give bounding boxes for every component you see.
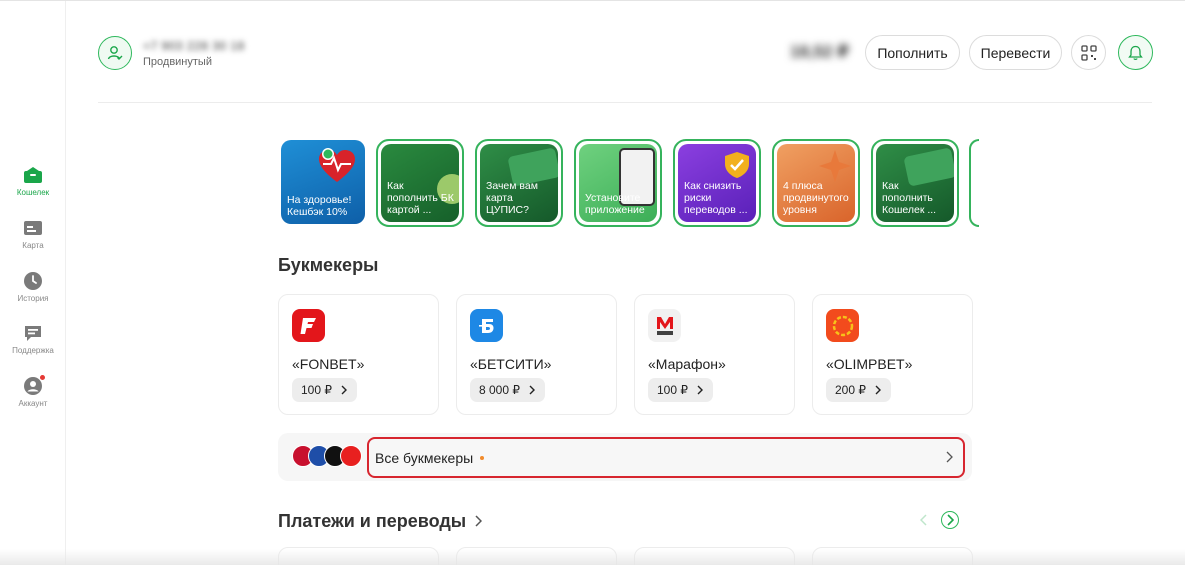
story-title: Как пополнить Кошелек ... — [882, 180, 937, 216]
olimpbet-logo — [826, 309, 859, 342]
marathon-logo — [648, 309, 681, 342]
wallet-icon — [24, 167, 42, 183]
fonbet-logo — [292, 309, 325, 342]
sidebar-item-label: История — [17, 294, 49, 303]
chevron-right-icon — [875, 385, 881, 395]
payments-title-label: Платежи и переводы — [278, 511, 467, 531]
payments-next-button[interactable] — [941, 511, 959, 529]
bookmaker-balance[interactable]: 8 000 ₽ — [470, 378, 545, 402]
chevron-right-icon — [529, 385, 535, 395]
shield-icon — [725, 152, 749, 178]
account-status: Продвинутый — [143, 56, 212, 68]
sidebar-item-label: Кошелек — [16, 188, 50, 197]
bookmaker-card-fonbet[interactable]: «FONBET» 100 ₽ — [278, 294, 439, 415]
bookmakers-title: Букмекеры — [278, 255, 379, 275]
chat-icon — [25, 326, 41, 341]
heart-icon — [319, 148, 355, 182]
bottom-shadow — [0, 549, 1185, 565]
mini-logo — [340, 445, 362, 467]
story-topup-wallet[interactable]: Как пополнить Кошелек ... — [871, 139, 959, 227]
betcity-logo — [470, 309, 503, 342]
story-install-app[interactable]: Установите приложение — [574, 139, 662, 227]
sparkle-icon — [819, 150, 851, 182]
sidebar-item-label: Аккаунт — [18, 399, 48, 408]
balance-value: 100 ₽ — [657, 383, 688, 397]
story-title: На здоровье! Кешбэк 10% — [287, 194, 352, 218]
chevron-right-icon — [697, 385, 703, 395]
qr-icon — [1080, 44, 1097, 61]
bell-icon — [1128, 45, 1143, 60]
bookmaker-name: «FONBET» — [292, 356, 365, 372]
bookmaker-card-marathon[interactable]: «Марафон» 100 ₽ — [634, 294, 795, 415]
all-bookmakers-label: Все букмекеры — [375, 449, 474, 466]
story-reduce-risks[interactable]: Как снизить риски переводов ... — [673, 139, 761, 227]
payments-title[interactable]: Платежи и переводы — [278, 511, 483, 532]
story-health-cashback[interactable]: На здоровье! Кешбэк 10% — [281, 140, 365, 224]
clock-icon — [24, 272, 42, 290]
bookmaker-balance[interactable]: 100 ₽ — [292, 378, 357, 402]
bookmaker-card-olimpbet[interactable]: «OLIMPBET» 200 ₽ — [812, 294, 973, 415]
sidebar-item-account[interactable]: Аккаунт — [0, 374, 66, 408]
notifications-button[interactable] — [1118, 35, 1153, 70]
balance-value: 100 ₽ — [301, 383, 332, 397]
chevron-right-icon — [946, 514, 954, 526]
chevron-right-icon — [946, 451, 953, 463]
wallet-balance: 18,52 ₽ — [790, 42, 850, 61]
bookmaker-balance[interactable]: 100 ₽ — [648, 378, 713, 402]
bookmaker-name: «БЕТСИТИ» — [470, 356, 552, 372]
story-title: 4 плюса продвинутого уровня — [783, 180, 849, 216]
sidebar-item-wallet[interactable]: Кошелек — [0, 165, 66, 197]
story-title: Как снизить риски переводов ... — [684, 180, 748, 216]
story-partial[interactable] — [969, 139, 979, 227]
new-indicator-dot — [480, 455, 485, 460]
sidebar-item-history[interactable]: История — [0, 271, 66, 303]
payments-prev-button[interactable] — [914, 511, 932, 529]
all-bookmakers-button[interactable]: Все букмекеры — [367, 437, 965, 478]
story-cupis-card[interactable]: Зачем вам карта ЦУПИС? — [475, 139, 563, 227]
story-title: Как пополнить БК картой ... — [387, 180, 454, 216]
sidebar-item-support[interactable]: Поддержка — [0, 323, 66, 355]
card-icon — [24, 221, 42, 235]
topup-button[interactable]: Пополнить — [865, 35, 960, 70]
chevron-left-icon — [919, 514, 927, 526]
bookmaker-balance[interactable]: 200 ₽ — [826, 378, 891, 402]
balance-value: 8 000 ₽ — [479, 383, 520, 397]
story-title: Установите приложение — [585, 192, 645, 216]
bookmaker-name: «Марафон» — [648, 356, 726, 372]
balance-value: 200 ₽ — [835, 383, 866, 397]
sidebar: Кошелек Карта История Поддержка Аккаунт — [0, 1, 66, 565]
chevron-right-icon — [475, 515, 483, 527]
bookmaker-logo-stack — [292, 445, 372, 469]
story-title: Зачем вам карта ЦУПИС? — [486, 180, 538, 216]
story-topup-bk[interactable]: Как пополнить БК картой ... — [376, 139, 464, 227]
app-window: Кошелек Карта История Поддержка Аккаунт … — [0, 0, 1185, 565]
phone-number: +7 903 228 30 18 — [143, 39, 245, 53]
avatar[interactable] — [98, 36, 132, 70]
user-check-icon — [107, 46, 123, 60]
sidebar-item-card[interactable]: Карта — [0, 218, 66, 250]
bookmaker-name: «OLIMPBET» — [826, 356, 913, 372]
header-divider — [98, 102, 1152, 103]
story-advanced-level[interactable]: 4 плюса продвинутого уровня — [772, 139, 860, 227]
sidebar-item-label: Поддержка — [12, 346, 54, 355]
transfer-button[interactable]: Перевести — [969, 35, 1062, 70]
chevron-right-icon — [341, 385, 347, 395]
sidebar-item-label: Карта — [22, 241, 44, 250]
bookmaker-card-betcity[interactable]: «БЕТСИТИ» 8 000 ₽ — [456, 294, 617, 415]
notification-badge — [39, 374, 46, 381]
qr-scan-button[interactable] — [1071, 35, 1106, 70]
